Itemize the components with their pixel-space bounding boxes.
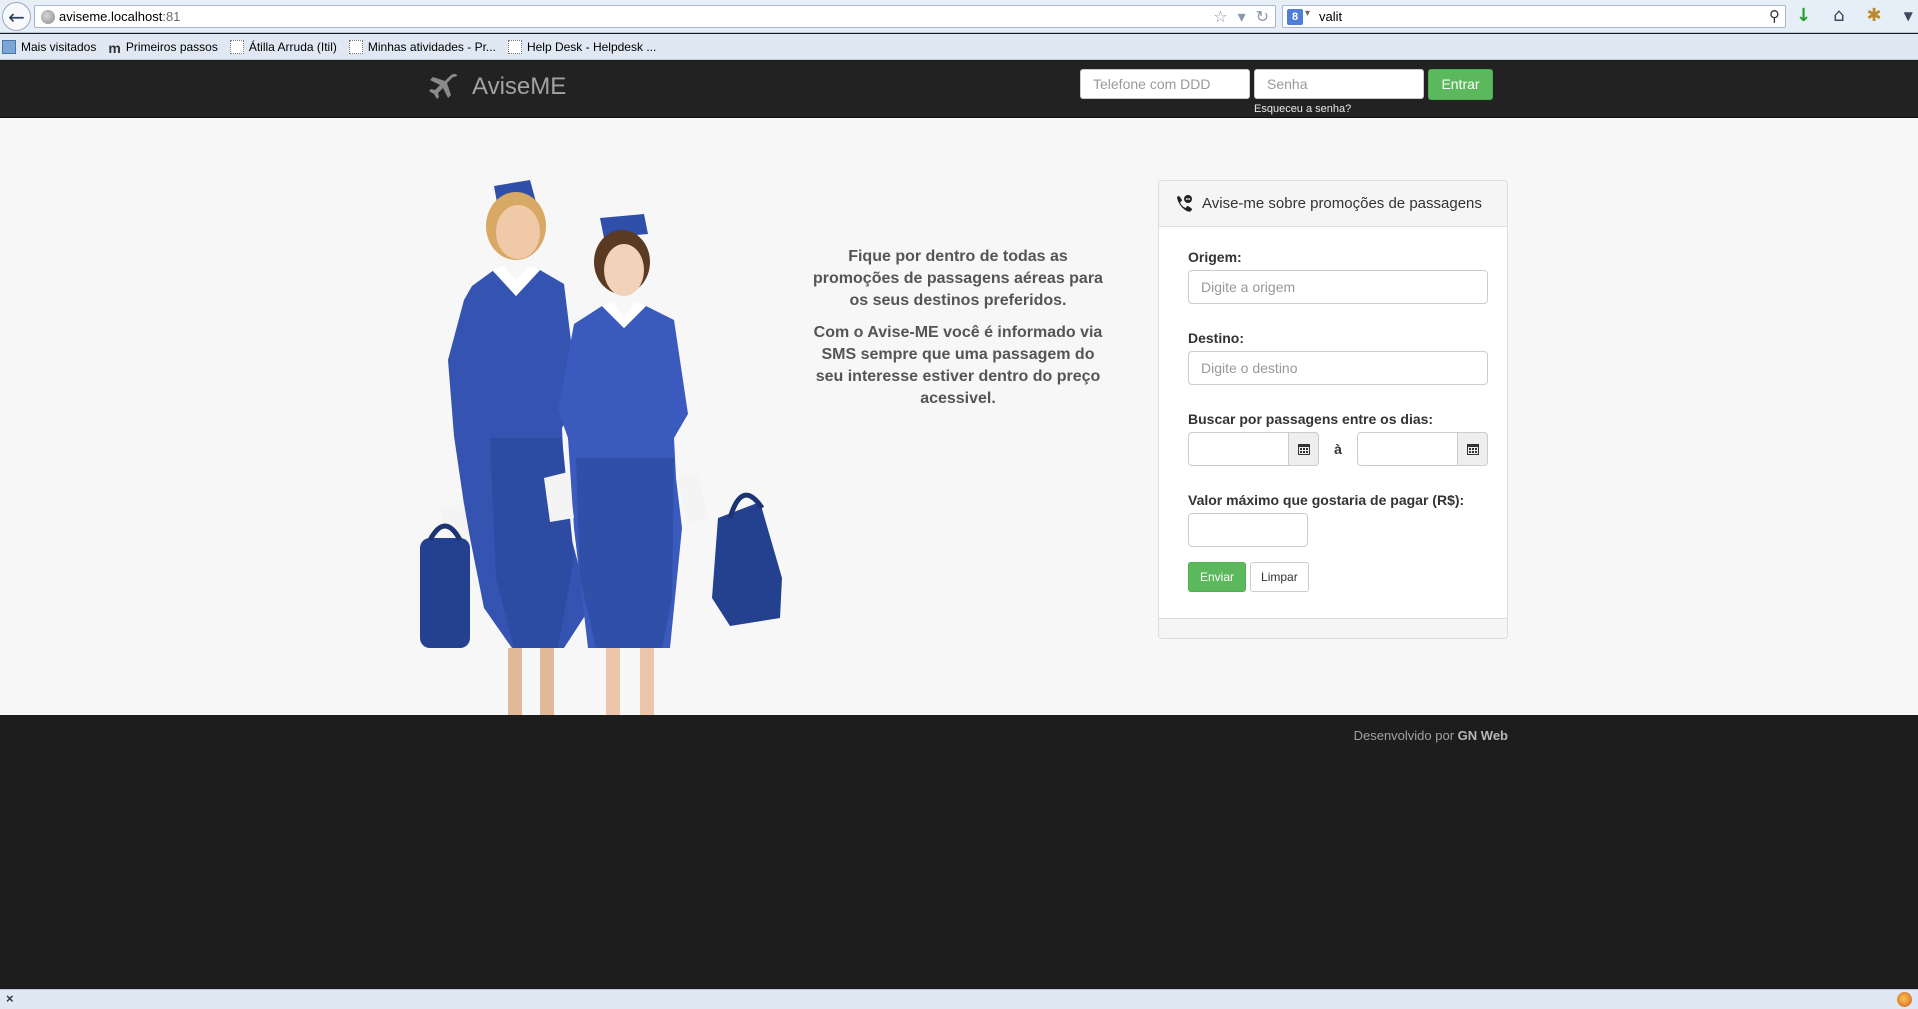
bookmark-most-visited[interactable]: Mais visitados (2, 39, 96, 54)
history-dropdown-icon[interactable]: ▾ (1238, 7, 1246, 26)
max-value-input[interactable] (1188, 513, 1308, 547)
bookmark-first-steps[interactable]: m Primeiros passos (108, 39, 217, 56)
phone-input[interactable]: Telefone com DDD (1080, 69, 1250, 99)
origin-input[interactable]: Digite a origem (1188, 270, 1488, 304)
panel-title: Avise-me sobre promoções de passagens (1202, 195, 1482, 212)
brand-link[interactable]: AviseME (428, 71, 566, 103)
url-text: aviseme.localhost:81 (59, 9, 181, 24)
send-button[interactable]: Enviar (1188, 562, 1247, 592)
calendar-icon[interactable] (1288, 432, 1319, 466)
date-range: à (1188, 432, 1488, 466)
page-icon (229, 39, 244, 54)
start-date-input[interactable] (1188, 432, 1288, 466)
firefox-status-icon[interactable] (1897, 992, 1912, 1007)
intro-text: Fique por dentro de todas as promoções d… (810, 246, 1106, 420)
end-date-input[interactable] (1357, 432, 1457, 466)
addon-icon[interactable]: ✱ (1867, 5, 1882, 26)
bookmark-star-icon[interactable]: ☆ (1213, 7, 1227, 26)
site-header: AviseME Telefone com DDD Senha Entrar Es… (0, 61, 1918, 118)
browser-toolbar: ← aviseme.localhost:81 ☆ ▾ ↻ 8 ▾ valit ⚲… (0, 0, 1918, 33)
right-attendant (544, 214, 782, 715)
globe-icon (41, 10, 55, 24)
clear-button[interactable]: Limpar (1250, 562, 1309, 592)
search-bar[interactable]: 8 ▾ valit ⚲ (1282, 5, 1786, 28)
page-icon (348, 39, 363, 54)
bookmark-activities[interactable]: Minhas atividades - Pr... (348, 39, 496, 54)
m-logo-icon: m (108, 39, 121, 56)
page-icon (507, 39, 522, 54)
flight-attendants-image (420, 180, 782, 715)
site-footer: Desenvolvido por GN Web (0, 715, 1918, 989)
bookmark-helpdesk[interactable]: Help Desk - Helpdesk ... (507, 39, 656, 54)
calendar-icon[interactable] (1457, 432, 1488, 466)
browser-status-bar: × (0, 989, 1918, 1009)
origin-label: Origem: (1188, 249, 1242, 265)
dates-label: Buscar por passagens entre os dias: (1188, 411, 1434, 427)
back-arrow-icon[interactable]: ← (2, 2, 31, 31)
phone-chat-icon (1177, 194, 1192, 212)
brand-name: AviseME (472, 73, 567, 100)
developer-name[interactable]: GN Web (1458, 728, 1508, 743)
main-content: Fique por dentro de todas as promoções d… (0, 118, 1918, 715)
menu-chevron-icon[interactable]: ▼ (1904, 5, 1913, 26)
alert-form-panel: Avise-me sobre promoções de passagens Or… (1158, 180, 1508, 639)
search-input[interactable]: valit (1319, 9, 1342, 24)
left-attendant (420, 180, 590, 715)
search-icon[interactable]: ⚲ (1769, 7, 1780, 25)
chevron-down-icon[interactable]: ▾ (1305, 8, 1310, 19)
most-visited-icon (2, 39, 16, 54)
panel-heading: Avise-me sobre promoções de passagens (1159, 181, 1507, 227)
max-value-label: Valor máximo que gostaria de pagar (R$): (1188, 492, 1465, 508)
intro-paragraph-2: Com o Avise-ME você é informado via SMS … (813, 324, 1103, 407)
home-icon[interactable]: ⌂ (1833, 5, 1844, 26)
airplane-icon (429, 73, 458, 99)
forgot-password-link[interactable]: Esqueceu a senha? (1254, 103, 1351, 115)
close-icon[interactable]: × (6, 991, 14, 1006)
bookmarks-bar: Mais visitados m Primeiros passos Átilla … (0, 34, 1918, 60)
search-engine-icon[interactable]: 8 (1287, 9, 1303, 25)
intro-paragraph-1: Fique por dentro de todas as promoções d… (813, 248, 1103, 309)
panel-body: Origem: Digite a origem Destino: Digite … (1159, 227, 1507, 592)
destination-label: Destino: (1188, 330, 1244, 346)
panel-footer (1159, 618, 1507, 638)
bookmark-atilla[interactable]: Átilla Arruda (Itil) (229, 39, 337, 54)
destination-input[interactable]: Digite o destino (1188, 351, 1488, 385)
reload-icon[interactable]: ↻ (1256, 7, 1269, 26)
login-button[interactable]: Entrar (1428, 69, 1493, 100)
date-separator: à (1334, 441, 1342, 457)
developer-credit: Desenvolvido por GN Web (1353, 728, 1508, 743)
download-icon[interactable]: ↓ (1796, 5, 1811, 26)
password-input[interactable]: Senha (1254, 69, 1424, 99)
address-bar[interactable]: aviseme.localhost:81 ☆ ▾ ↻ (34, 5, 1276, 28)
